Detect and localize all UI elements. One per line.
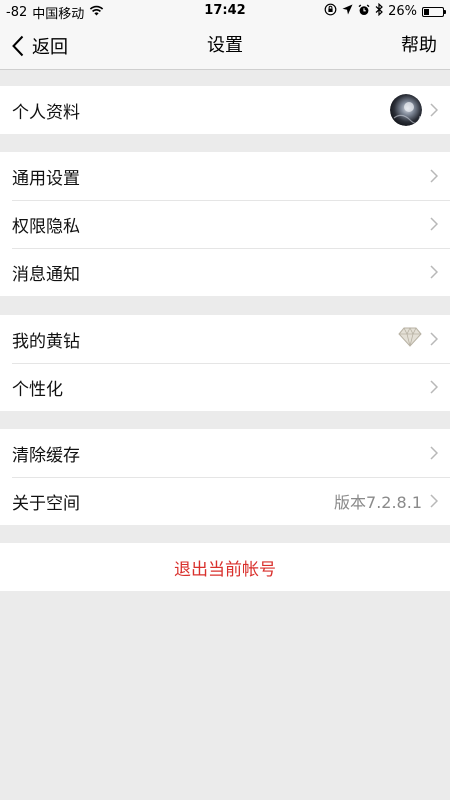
row-right <box>430 152 438 200</box>
chevron-right-icon <box>430 446 438 460</box>
row-right <box>430 363 438 411</box>
logout-button[interactable]: 退出当前帐号 <box>0 543 450 591</box>
battery-level <box>424 8 429 15</box>
row-profile[interactable]: 个人资料 <box>0 86 450 134</box>
row-yellow-diamond[interactable]: 我的黄钻 <box>0 315 450 363</box>
status-right: 26% <box>324 2 446 20</box>
chevron-right-icon <box>430 103 438 117</box>
row-label: 权限隐私 <box>12 216 80 237</box>
chevron-left-icon <box>12 35 24 57</box>
bluetooth-icon <box>375 2 383 20</box>
row-right: 版本7.2.8.1 <box>334 477 438 525</box>
alarm-icon <box>358 3 370 20</box>
battery-percent: 26% <box>388 4 417 19</box>
row-personalization[interactable]: 个性化 <box>0 363 450 411</box>
orientation-lock-icon <box>324 3 337 20</box>
row-notifications[interactable]: 消息通知 <box>0 248 450 296</box>
settings-group-general: 通用设置 权限隐私 消息通知 <box>0 152 450 296</box>
avatar <box>390 94 422 126</box>
settings-group-profile: 个人资料 <box>0 86 450 134</box>
row-label: 清除缓存 <box>12 445 80 466</box>
row-label: 消息通知 <box>12 264 80 285</box>
navigation-bar: 返回 设置 帮助 <box>0 22 450 70</box>
row-about[interactable]: 关于空间 版本7.2.8.1 <box>0 477 450 525</box>
row-privacy[interactable]: 权限隐私 <box>0 200 450 248</box>
chevron-right-icon <box>430 380 438 394</box>
row-general-settings[interactable]: 通用设置 <box>0 152 450 200</box>
diamond-icon <box>398 327 422 351</box>
row-right <box>398 315 438 363</box>
version-text: 版本7.2.8.1 <box>334 493 422 512</box>
status-bar: -82 中国移动 17:42 26% <box>0 0 450 22</box>
row-right <box>430 200 438 248</box>
row-clear-cache[interactable]: 清除缓存 <box>0 429 450 477</box>
chevron-right-icon <box>430 494 438 508</box>
location-arrow-icon <box>342 4 353 19</box>
row-label: 个人资料 <box>12 102 80 123</box>
row-label: 我的黄钻 <box>12 331 80 352</box>
row-right <box>390 86 438 134</box>
row-right <box>430 248 438 296</box>
settings-group-misc: 清除缓存 关于空间 版本7.2.8.1 <box>0 429 450 525</box>
row-right <box>430 429 438 477</box>
help-button[interactable]: 帮助 <box>401 22 437 69</box>
logout-label: 退出当前帐号 <box>174 559 276 580</box>
settings-group-vip: 我的黄钻 个性化 <box>0 315 450 411</box>
row-label: 通用设置 <box>12 168 80 189</box>
back-button[interactable]: 返回 <box>12 22 68 69</box>
row-label: 个性化 <box>12 379 63 400</box>
chevron-right-icon <box>430 217 438 231</box>
chevron-right-icon <box>430 169 438 183</box>
row-label: 关于空间 <box>12 493 80 514</box>
back-label: 返回 <box>32 36 68 58</box>
chevron-right-icon <box>430 332 438 346</box>
chevron-right-icon <box>430 265 438 279</box>
battery-icon <box>422 6 446 17</box>
